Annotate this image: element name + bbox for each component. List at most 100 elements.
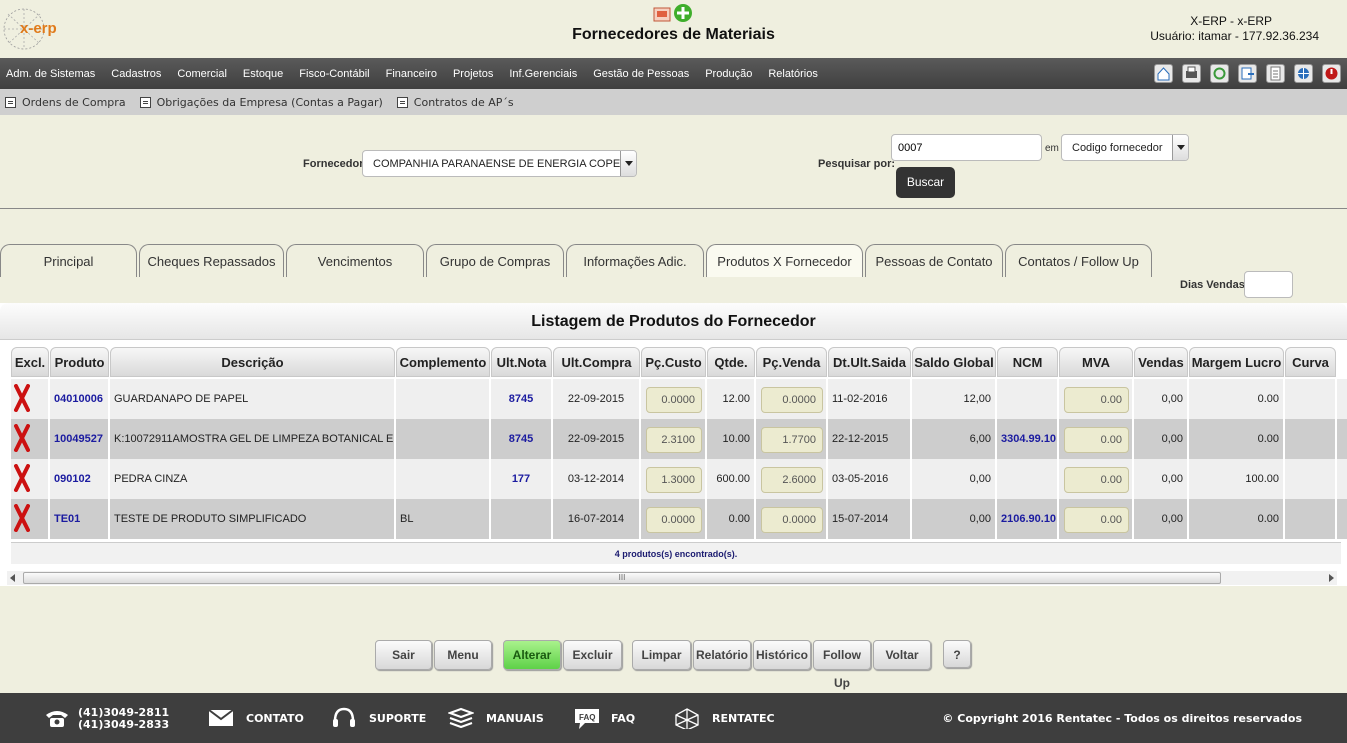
column-header-15[interactable]: Curva [1285,347,1336,377]
pc-venda-field[interactable]: 2.6000 [761,467,823,493]
excluir-button[interactable]: Excluir [563,640,622,670]
cell-ncm[interactable] [997,459,1059,499]
column-header-4[interactable]: Ult.Nota [491,347,552,377]
chevron-down-icon[interactable] [620,151,636,176]
tab-informacoes-adic[interactable]: Informações Adic. [566,244,704,277]
dias-vendas-input[interactable] [1244,271,1293,298]
export-icon[interactable] [1238,64,1257,83]
search-input[interactable] [891,134,1042,161]
mva-field[interactable]: 0.00 [1064,427,1129,453]
search-field-select[interactable]: Codigo fornecedor [1061,134,1189,161]
cell-ult-nota[interactable]: 8745 [491,379,553,419]
column-header-10[interactable]: Saldo Global [912,347,996,377]
power-icon[interactable] [1322,64,1341,83]
delete-x-icon[interactable] [14,504,30,532]
menu-item-4[interactable]: Fisco-Contábil [299,68,369,80]
pc-venda-field[interactable]: 0.0000 [761,507,823,533]
submenu-obrigacoes[interactable]: Obrigações da Empresa (Contas a Pagar) [139,96,383,109]
table-row[interactable]: 04010006 GUARDANAPO DE PAPEL 8745 22-09-201… [11,379,1347,419]
pc-venda-field[interactable]: 1.7700 [761,427,823,453]
tab-cheques-repassados[interactable]: Cheques Repassados [139,244,284,277]
home-icon[interactable] [1154,64,1173,83]
table-row[interactable]: TE01 TESTE DE PRODUTO SIMPLIFICADO BL 16-07… [11,499,1347,539]
cell-produto[interactable]: 10049527 [50,419,110,459]
table-row[interactable]: 090102 PEDRA CINZA 177 03-12-2014 600.00 03-0… [11,459,1347,499]
sair-button[interactable]: Sair [375,640,432,670]
column-header-6[interactable]: Pç.Custo [641,347,706,377]
menu-item-8[interactable]: Gestão de Pessoas [593,68,689,80]
table-row[interactable]: 10049527 K:10072911AMOSTRA GEL DE LIMPEZA… [11,419,1347,459]
menu-item-9[interactable]: Produção [705,68,752,80]
menu-button[interactable]: Menu [434,640,492,670]
cell-ncm[interactable]: 3304.99.10 [997,419,1059,459]
fornecedor-select[interactable]: COMPANHIA PARANAENSE DE ENERGIA COPEL - [362,150,637,177]
alterar-button[interactable]: Alterar [503,640,561,670]
pc-custo-field[interactable]: 0.0000 [646,387,702,413]
footer-suporte[interactable]: SUPORTE [331,693,426,743]
column-header-7[interactable]: Qtde. [707,347,755,377]
footer-contato[interactable]: CONTATO [208,693,304,743]
footer-rentatec[interactable]: RENTATEC [674,693,775,743]
chevron-down-icon[interactable] [1172,135,1188,160]
pc-custo-field[interactable]: 2.3100 [646,427,702,453]
tab-vencimentos[interactable]: Vencimentos [286,244,424,277]
column-header-11[interactable]: NCM [997,347,1058,377]
submenu-ordens-compra[interactable]: Ordens de Compra [5,96,126,109]
add-icon[interactable] [674,4,692,22]
delete-x-icon[interactable] [14,464,30,492]
cell-ult-nota[interactable] [491,499,553,539]
column-header-1[interactable]: Produto [50,347,109,377]
horizontal-scrollbar[interactable]: III [7,571,1337,585]
menu-item-0[interactable]: Adm. de Sistemas [6,68,95,80]
tab-contatos-follow-up[interactable]: Contatos / Follow Up [1005,244,1152,277]
recycle-icon[interactable] [1210,64,1229,83]
menu-item-2[interactable]: Comercial [177,68,227,80]
mva-field[interactable]: 0.00 [1064,467,1129,493]
cell-ncm[interactable] [997,379,1059,419]
delete-x-icon[interactable] [14,384,30,412]
scroll-left-icon[interactable] [10,574,15,582]
buscar-button[interactable]: Buscar [896,167,955,198]
voltar-button[interactable]: Voltar [873,640,931,670]
tab-grupo-compras[interactable]: Grupo de Compras [426,244,564,277]
pc-venda-field[interactable]: 0.0000 [761,387,823,413]
presentation-icon[interactable] [653,7,671,22]
limpar-button[interactable]: Limpar [632,640,691,670]
footer-manuais[interactable]: MANUAIS [448,693,544,743]
historico-button[interactable]: Histórico [753,640,811,670]
column-header-13[interactable]: Vendas [1134,347,1188,377]
menu-item-7[interactable]: Inf.Gerenciais [509,68,577,80]
follow-up-button[interactable]: Follow Up [813,640,871,690]
cell-ult-nota[interactable]: 177 [491,459,553,499]
print-icon[interactable] [1182,64,1201,83]
menu-item-1[interactable]: Cadastros [111,68,161,80]
menu-item-5[interactable]: Financeiro [386,68,437,80]
column-header-5[interactable]: Ult.Compra [553,347,640,377]
cell-ult-nota[interactable]: 8745 [491,419,553,459]
footer-faq[interactable]: FAQ FAQ [573,693,635,743]
relatorio-button[interactable]: Relatório [693,640,751,670]
scroll-thumb[interactable]: III [23,572,1221,584]
column-header-9[interactable]: Dt.Ult.Saida [828,347,911,377]
pc-custo-field[interactable]: 0.0000 [646,507,702,533]
column-header-3[interactable]: Complemento [396,347,490,377]
cell-ncm[interactable]: 2106.90.10 [997,499,1059,539]
menu-item-10[interactable]: Relatórios [768,68,818,80]
cell-produto[interactable]: TE01 [50,499,110,539]
tab-produtos-fornecedor[interactable]: Produtos X Fornecedor [706,244,863,277]
column-header-0[interactable]: Excl. [11,347,49,377]
menu-item-3[interactable]: Estoque [243,68,283,80]
help-button[interactable]: ? [943,640,971,668]
tab-pessoas-contato[interactable]: Pessoas de Contato [865,244,1003,277]
mva-field[interactable]: 0.00 [1064,387,1129,413]
cell-produto[interactable]: 04010006 [50,379,110,419]
cell-produto[interactable]: 090102 [50,459,110,499]
mva-field[interactable]: 0.00 [1064,507,1129,533]
pc-custo-field[interactable]: 1.3000 [646,467,702,493]
delete-x-icon[interactable] [14,424,30,452]
submenu-contratos[interactable]: Contratos de AP´s [396,96,514,109]
document-icon[interactable] [1266,64,1285,83]
column-header-12[interactable]: MVA [1059,347,1133,377]
column-header-14[interactable]: Margem Lucro [1189,347,1284,377]
menu-item-6[interactable]: Projetos [453,68,493,80]
